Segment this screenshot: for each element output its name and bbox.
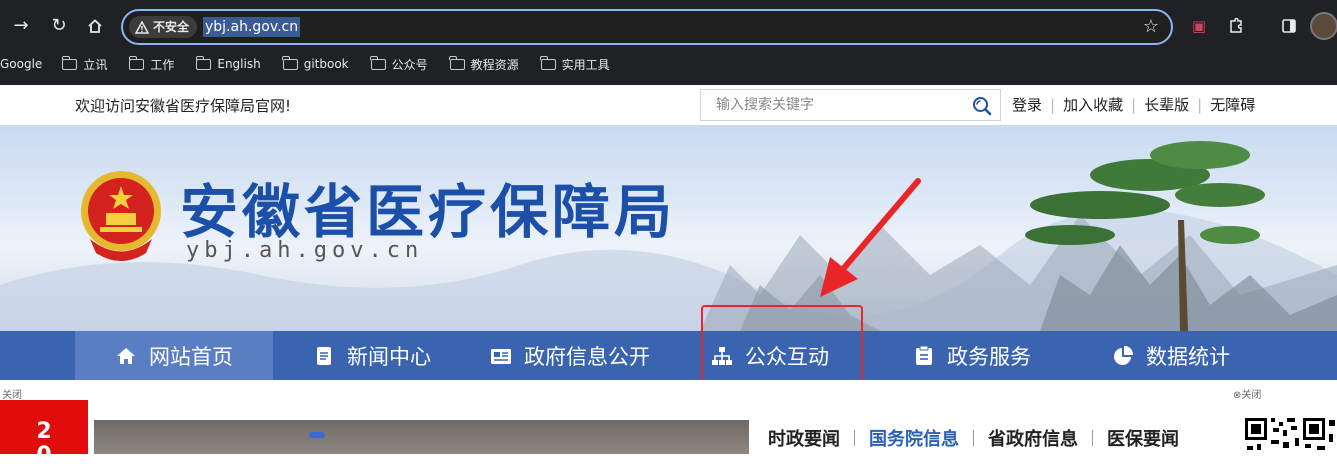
newspaper-icon xyxy=(491,348,511,364)
bookmark-folder[interactable]: 立讯 xyxy=(61,55,108,73)
badge-digit: 0 xyxy=(36,443,52,468)
site-domain: ybj.ah.gov.cn xyxy=(186,238,424,263)
top-links: 登录 | 加入收藏 | 长辈版 | 无障碍 xyxy=(1012,94,1255,115)
divider xyxy=(854,430,855,446)
header-banner: 安徽省医疗保障局 ybj.ah.gov.cn xyxy=(0,125,1337,331)
divider xyxy=(1092,430,1093,446)
folder-icon xyxy=(282,55,298,70)
nav-news[interactable]: 新闻中心 xyxy=(313,331,431,380)
bookmark-label: 立讯 xyxy=(83,57,108,72)
folder-icon xyxy=(449,55,465,70)
bookmark-folder[interactable]: 实用工具 xyxy=(540,55,610,73)
welcome-text: 欢迎访问安徽省医疗保障局官网! xyxy=(75,97,292,115)
tab-medical-insurance-news[interactable]: 医保要闻 xyxy=(1107,425,1179,451)
divider: | xyxy=(1131,95,1137,114)
url-text[interactable]: ybj.ah.gov.cn xyxy=(203,17,301,37)
nav-home[interactable]: 网站首页 xyxy=(75,331,273,380)
badge-digit: 2 xyxy=(36,419,52,444)
tab-provincial-gov[interactable]: 省政府信息 xyxy=(988,425,1078,451)
bookmark-label: 公众号 xyxy=(391,57,428,72)
search-box xyxy=(700,89,1001,121)
float-close-strip: 关闭 ⊗关闭 xyxy=(0,380,1337,401)
address-bar[interactable]: 不安全 ybj.ah.gov.cn ☆ xyxy=(121,9,1173,45)
divider: | xyxy=(1197,95,1203,114)
bookmark-folder[interactable]: gitbook xyxy=(282,55,349,71)
puzzle-extensions-icon[interactable] xyxy=(1225,15,1247,37)
bookmark-label: 实用工具 xyxy=(561,57,610,72)
security-label: 不安全 xyxy=(153,20,190,34)
national-emblem xyxy=(81,171,161,261)
elder-mode-link[interactable]: 长辈版 xyxy=(1144,94,1189,115)
bookmark-folder[interactable]: 教程资源 xyxy=(449,55,519,73)
bookmark-folder[interactable]: 公众号 xyxy=(370,55,428,73)
photo-detail xyxy=(309,432,325,438)
folder-icon xyxy=(195,55,212,70)
reload-icon[interactable]: ↻ xyxy=(46,13,72,39)
bookmark-star-icon[interactable]: ☆ xyxy=(1143,16,1159,38)
bookmark-label: 工作 xyxy=(150,57,175,72)
bookmark-label: English xyxy=(217,57,261,71)
clipboard-icon xyxy=(916,345,932,365)
red-arrow-annotation xyxy=(820,178,921,297)
nav-label: 政务服务 xyxy=(947,344,1031,369)
bookmark-google[interactable]: Google xyxy=(0,57,42,71)
bookmarks-bar: Google 立讯 工作 English gitbook 公众号 教程资源 实用… xyxy=(0,52,632,76)
divider: | xyxy=(1050,95,1056,114)
bookmark-label: Google xyxy=(0,57,43,71)
search-input[interactable] xyxy=(701,90,961,120)
folder-icon xyxy=(370,55,386,70)
folder-icon xyxy=(61,55,78,70)
browser-chrome: → ↻ 不安全 ybj.ah.gov.cn ☆ ▣ Google 立讯 工作 E… xyxy=(0,0,1337,85)
nav-gov-services[interactable]: 政务服务 xyxy=(913,331,1031,380)
nav-label: 新闻中心 xyxy=(347,344,431,369)
extension-red-icon[interactable]: ▣ xyxy=(1188,15,1210,37)
home-icon[interactable] xyxy=(82,13,108,39)
favorite-link[interactable]: 加入收藏 xyxy=(1063,94,1123,115)
pie-chart-icon xyxy=(1114,345,1134,365)
close-right-button[interactable]: ⊗关闭 xyxy=(1233,386,1261,401)
document-icon xyxy=(317,346,331,365)
nav-gov-info[interactable]: 政府信息公开 xyxy=(490,331,650,380)
search-icon[interactable] xyxy=(972,96,992,116)
folder-icon xyxy=(540,55,556,70)
nav-label: 网站首页 xyxy=(149,344,233,369)
profile-avatar[interactable] xyxy=(1310,12,1337,40)
tab-state-council[interactable]: 国务院信息 xyxy=(869,425,959,451)
bookmark-label: gitbook xyxy=(303,57,349,71)
login-link[interactable]: 登录 xyxy=(1012,94,1042,115)
main-navigation: 网站首页 新闻中心 政府信息公开 公众互动 政务服务 数据统计 xyxy=(0,331,1337,380)
home-icon xyxy=(117,347,135,364)
bookmark-label: 教程资源 xyxy=(470,57,519,72)
tab-politics-news[interactable]: 时政要闻 xyxy=(768,425,840,451)
floating-red-badge[interactable]: 2 0 xyxy=(0,400,88,468)
accessibility-link[interactable]: 无障碍 xyxy=(1210,94,1255,115)
nav-label: 政府信息公开 xyxy=(524,344,650,369)
nav-label: 数据统计 xyxy=(1146,344,1230,369)
bookmark-folder[interactable]: 工作 xyxy=(128,55,175,73)
news-tabs: 时政要闻 国务院信息 省政府信息 医保要闻 xyxy=(768,425,1179,451)
forward-arrow-icon[interactable]: → xyxy=(8,13,34,39)
side-panel-icon[interactable] xyxy=(1278,15,1300,37)
bookmark-folder[interactable]: English xyxy=(195,55,261,71)
news-photo[interactable] xyxy=(94,420,749,454)
close-left-button[interactable]: 关闭 xyxy=(2,386,22,401)
warning-icon xyxy=(135,20,149,34)
site-top-bar: 欢迎访问安徽省医疗保障局官网! 登录 | 加入收藏 | 长辈版 | 无障碍 xyxy=(0,85,1337,125)
folder-icon xyxy=(128,55,145,70)
qr-code-image xyxy=(1243,414,1337,454)
site-title: 安徽省医疗保障局 xyxy=(180,178,677,246)
divider xyxy=(973,430,974,446)
nav-statistics[interactable]: 数据统计 xyxy=(1112,331,1230,380)
security-chip[interactable]: 不安全 xyxy=(129,16,198,38)
